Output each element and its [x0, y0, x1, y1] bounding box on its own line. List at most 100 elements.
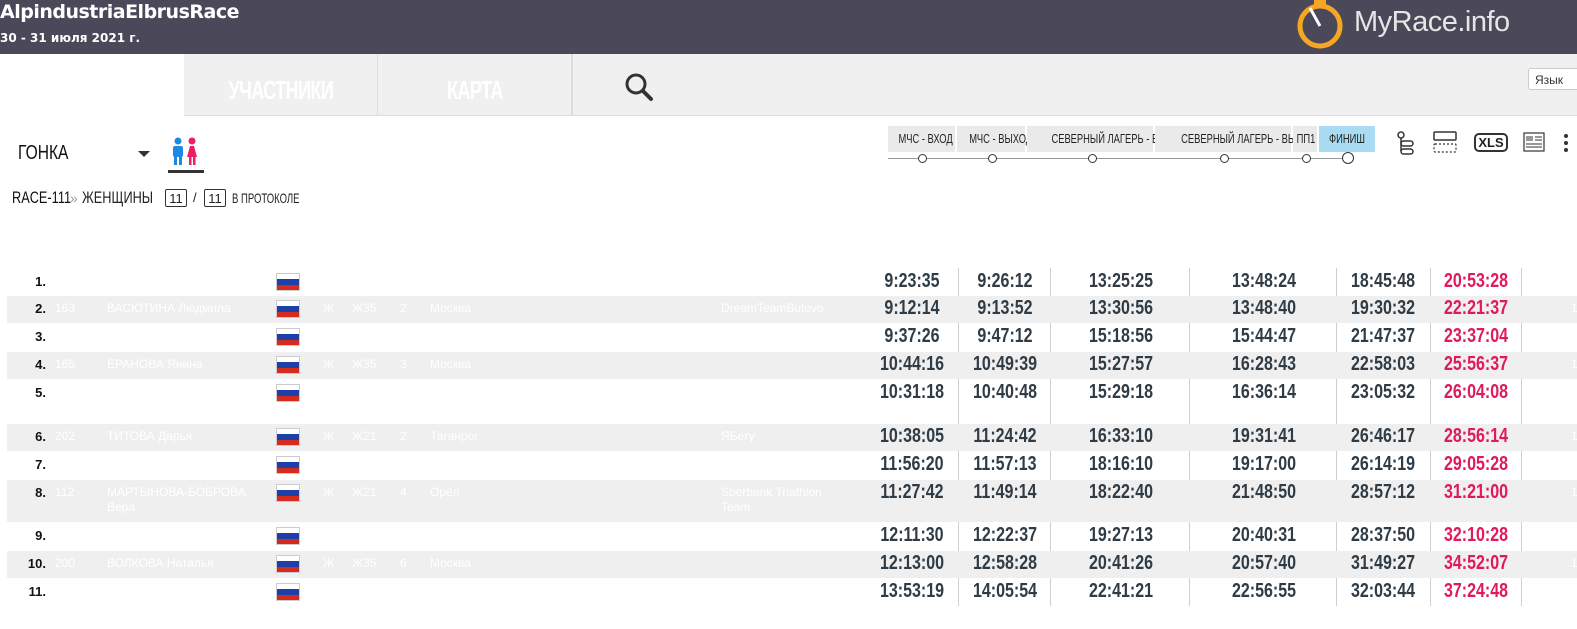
checkpoint-mchs-in[interactable]: МЧС - ВХОД — [888, 126, 955, 152]
tab-participants[interactable]: УЧАСТНИКИ — [184, 54, 378, 115]
split-time: 13:48:24 — [1231, 270, 1297, 292]
athlete-name: ЕРАНОВА Янина — [107, 357, 203, 371]
table-row[interactable]: 3. 9:37:26 9:47:12 15:18:56 15:44:47 21:47:37… — [7, 324, 1577, 351]
checkpoint-marker — [918, 154, 927, 163]
chevron-down-icon — [138, 151, 150, 157]
split-time: 13:53:19 — [879, 580, 945, 602]
main-nav: УЧАСТНИКИ КАРТА — [184, 54, 1577, 116]
split-time: 22:58:03 — [1350, 353, 1416, 375]
split-time: 20:40:31 — [1231, 524, 1297, 546]
russia-flag-icon — [276, 273, 300, 291]
checkpoint-pp1[interactable]: ПП1 — [1293, 126, 1317, 152]
breadcrumb: RACE-111 — [12, 186, 91, 210]
shown-count: 11 — [165, 189, 187, 207]
table-row[interactable]: 5. 10:31:18 10:40:48 15:29:18 16:36:14 23:05:… — [7, 380, 1577, 423]
table-row[interactable]: 7. 11:56:20 11:57:13 18:16:10 19:17:00 26:14:… — [7, 452, 1577, 479]
split-time: 10:49:39 — [972, 353, 1038, 375]
brand-logo[interactable]: MyRace.info — [1296, 0, 1556, 50]
split-time: 31:49:27 — [1350, 552, 1416, 574]
age-group-cell: Ж21 — [352, 485, 377, 499]
split-time: 9:12:14 — [884, 297, 940, 319]
nav-divider — [572, 54, 573, 115]
split-time: 19:30:32 — [1350, 297, 1416, 319]
checkpoint-north-camp-out[interactable]: СЕВЕРНЫЙ ЛАГЕРЬ - ВЫХОД — [1155, 126, 1316, 152]
split-time: 16:28:43 — [1231, 353, 1297, 375]
checkpoint-label: МЧС - ВХОД — [898, 131, 953, 146]
split-time: 14:05:54 — [972, 580, 1038, 602]
splits-view-icon[interactable] — [1396, 130, 1416, 156]
breadcrumb-group: ЖЕНЩИНЫ — [82, 188, 154, 207]
bib-cell: 163 — [55, 301, 76, 315]
checkpoint-marker — [988, 154, 997, 163]
checkpoint-mchs-out[interactable]: МЧС - ВЫХОД — [957, 126, 1032, 152]
table-row[interactable]: 2. 163 ВАСЮТИНА Людмила Ж Ж35 2 Москва DreamTea… — [7, 296, 1577, 323]
split-time: 10:44:16 — [879, 353, 945, 375]
tab-participants-label: УЧАСТНИКИ — [228, 75, 333, 105]
table-row[interactable]: 9. 12:11:30 12:22:37 19:27:13 20:40:31 28:37:… — [7, 523, 1577, 550]
club-cell: ЯБегу — [721, 429, 755, 443]
breadcrumb-separator: » — [70, 190, 78, 206]
finish-time: 20:53:28 — [1443, 270, 1509, 292]
russia-flag-icon — [276, 484, 300, 502]
split-time: 13:30:56 — [1088, 297, 1154, 319]
table-row[interactable]: 6. 202 ТИТОВА Дарья Ж Ж21 2 Таганрог ЯБегу 15:38… — [7, 424, 1577, 451]
compact-view-icon[interactable] — [1433, 130, 1457, 154]
checkpoint-marker-active — [1342, 152, 1354, 164]
split-time: 32:03:44 — [1350, 580, 1416, 602]
gap-cell: 18:51 — [1571, 556, 1577, 570]
split-time: 21:47:37 — [1350, 325, 1416, 347]
checkpoint-label: МЧС - ВЫХОД — [969, 131, 1033, 146]
total-count: 11 — [204, 189, 226, 207]
split-time: 11:24:42 — [973, 425, 1037, 447]
table-row[interactable]: 11. 13:53:19 14:05:54 22:41:21 22:56:55 32:03… — [7, 579, 1577, 606]
tab-map-label: КАРТА — [446, 75, 503, 105]
search-button[interactable] — [624, 72, 656, 104]
breadcrumb-race[interactable]: RACE-111 — [12, 186, 71, 210]
place-cell: 5. — [35, 385, 46, 400]
split-time: 10:31:18 — [879, 381, 945, 403]
place-cell: 2. — [35, 301, 46, 316]
checkpoint-label: ПП1 — [1296, 131, 1316, 146]
place-cell: 10. — [27, 556, 46, 571]
athlete-name: ТИТОВА Дарья — [107, 429, 193, 443]
split-time: 11:57:13 — [973, 453, 1037, 475]
checkpoint-north-camp-in[interactable]: СЕВЕРНЫЙ ЛАГЕРЬ - ВХОД — [1027, 126, 1177, 152]
split-time: 20:57:40 — [1231, 552, 1297, 574]
finish-time: 25:56:37 — [1443, 353, 1509, 375]
event-title: AlpindustriaElbrusRace — [0, 1, 239, 23]
group-place-cell: 3 — [400, 357, 407, 371]
split-time: 26:46:17 — [1350, 425, 1416, 447]
finish-time: 29:05:28 — [1443, 453, 1509, 475]
place-cell: 6. — [35, 429, 46, 444]
checkpoint-finish[interactable]: ФИНИШ — [1319, 126, 1375, 152]
tab-map[interactable]: КАРТА — [378, 54, 572, 115]
place-cell: 3. — [35, 329, 46, 344]
table-row[interactable]: 4. 165 ЕРАНОВА Янина Ж Ж35 3 Москва 14:01 10:44:… — [7, 352, 1577, 379]
bib-cell: 200 — [55, 556, 76, 570]
table-row[interactable]: 8. 112 МАРТЫНОВА-БОБРОВА Вера Ж Ж21 4 Орёл Sber… — [7, 480, 1577, 522]
language-button[interactable]: Язык — [1528, 68, 1577, 90]
table-row[interactable]: 10. 200 ВОЛКОВА Наталья Ж Ж35 6 Москва 18:51 12:… — [7, 551, 1577, 578]
table-row[interactable]: 1. 9:23:35 9:26:12 13:25:25 13:48:24 18:45:48… — [7, 269, 1577, 295]
group-place-cell: 2 — [400, 301, 407, 315]
split-time: 19:27:13 — [1088, 524, 1154, 546]
sex-cell: Ж — [323, 556, 335, 570]
split-time: 9:47:12 — [977, 325, 1033, 347]
place-cell: 7. — [35, 457, 46, 472]
gender-filter-button[interactable] — [168, 137, 204, 173]
protocol-document-icon[interactable] — [1523, 132, 1545, 152]
split-time: 11:27:42 — [880, 481, 944, 503]
place-cell: 11. — [28, 584, 46, 599]
place-cell: 1. — [35, 274, 46, 289]
split-time: 26:14:19 — [1350, 453, 1416, 475]
split-time: 22:56:55 — [1231, 580, 1297, 602]
race-select[interactable]: ГОНКА — [18, 138, 153, 168]
club-cell: DreamTeamButovo — [721, 301, 824, 315]
split-time: 9:13:52 — [977, 297, 1033, 319]
export-xls-button[interactable]: XLS — [1474, 133, 1508, 152]
gap-cell: 15:38 — [1571, 429, 1577, 443]
split-time: 15:29:18 — [1088, 381, 1154, 403]
russia-flag-icon — [276, 328, 300, 346]
more-menu-icon[interactable] — [1563, 133, 1569, 153]
city-cell: Орёл — [430, 485, 460, 499]
